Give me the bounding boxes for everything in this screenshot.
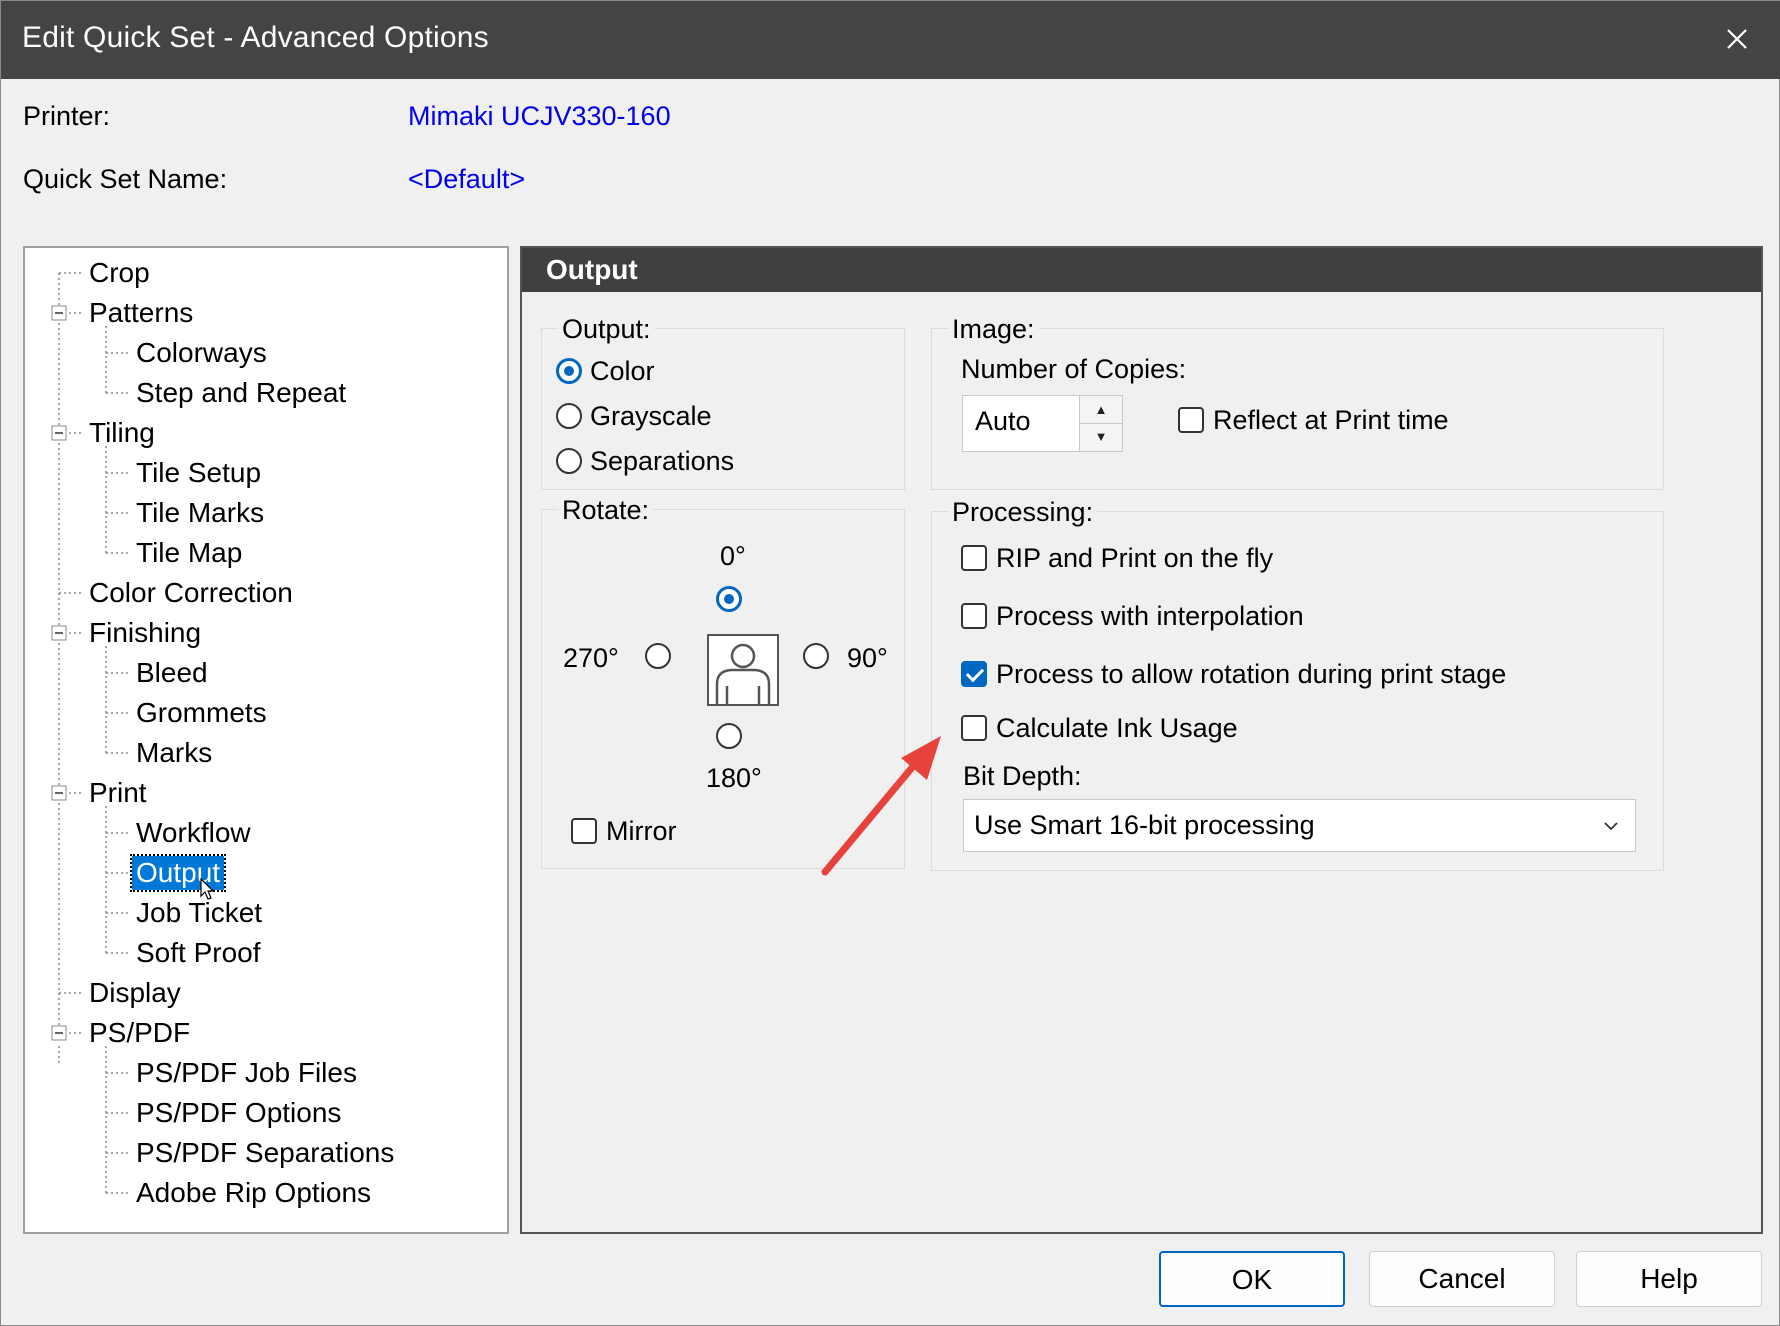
tree-item-finishing[interactable]: Finishing (89, 616, 201, 650)
ok-button[interactable]: OK (1159, 1251, 1345, 1307)
radio-rotate-0[interactable] (716, 586, 742, 612)
tree-item-tiling[interactable]: Tiling (89, 416, 155, 450)
allow-rotation-label[interactable]: Process to allow rotation during print s… (996, 659, 1506, 690)
quickset-name-label: Quick Set Name: (23, 164, 228, 194)
rip-on-the-fly-label[interactable]: RIP and Print on the fly (996, 543, 1273, 574)
tree-item-workflow[interactable]: Workflow (136, 816, 251, 850)
radio-grayscale[interactable] (556, 403, 582, 429)
annotation-arrow-icon (821, 736, 941, 876)
tree-item-marks[interactable]: Marks (136, 736, 212, 770)
rotate-270-label: 270° (563, 643, 619, 673)
reflect-checkbox[interactable] (1178, 407, 1204, 433)
processing-group-title: Processing: (948, 497, 1098, 528)
tree-item-patterns[interactable]: Patterns (89, 296, 193, 330)
tree-item-ps-pdf-separations[interactable]: PS/PDF Separations (136, 1136, 394, 1170)
tree-item-step-and-repeat[interactable]: Step and Repeat (136, 376, 346, 410)
mirror-checkbox[interactable] (571, 818, 597, 844)
printer-label: Printer: (23, 101, 111, 131)
bit-depth-select[interactable]: Use Smart 16-bit processing (963, 799, 1636, 852)
tree-item-bleed[interactable]: Bleed (136, 656, 208, 690)
bit-depth-value[interactable]: Use Smart 16-bit processing (974, 810, 1315, 841)
cancel-button[interactable]: Cancel (1369, 1251, 1555, 1307)
tree-item-ps-pdf[interactable]: PS/PDF (89, 1016, 190, 1050)
tree-item-display[interactable]: Display (89, 976, 181, 1010)
interpolation-label[interactable]: Process with interpolation (996, 601, 1304, 632)
panel-header: Output (522, 248, 1761, 292)
tree-item-tile-map[interactable]: Tile Map (136, 536, 242, 570)
radio-rotate-180[interactable] (716, 723, 742, 749)
copies-spinner[interactable]: Auto ▲ ▼ (962, 395, 1123, 452)
copies-label: Number of Copies: (961, 354, 1187, 384)
allow-rotation-checkbox[interactable] (961, 661, 987, 687)
tree-item-crop[interactable]: Crop (89, 256, 150, 290)
panel-title: Output (546, 254, 638, 285)
spin-down-icon[interactable]: ▼ (1080, 423, 1122, 450)
rotate-180-label: 180° (706, 763, 762, 793)
help-button[interactable]: Help (1576, 1251, 1762, 1307)
copies-value[interactable]: Auto (975, 406, 1031, 437)
rotate-0-label: 0° (720, 541, 746, 571)
bit-depth-label: Bit Depth: (963, 761, 1082, 791)
chevron-down-icon[interactable] (1601, 816, 1621, 836)
radio-separations-label[interactable]: Separations (590, 446, 734, 477)
rotate-90-label: 90° (847, 643, 888, 673)
radio-separations[interactable] (556, 448, 582, 474)
tree-item-ps-pdf-options[interactable]: PS/PDF Options (136, 1096, 341, 1130)
reflect-label[interactable]: Reflect at Print time (1213, 405, 1449, 436)
ink-usage-label[interactable]: Calculate Ink Usage (996, 713, 1238, 744)
tree-item-ps-pdf-job-files[interactable]: PS/PDF Job Files (136, 1056, 357, 1090)
spinner-buttons: ▲ ▼ (1079, 396, 1122, 451)
printer-link[interactable]: Mimaki UCJV330-160 (408, 101, 671, 132)
tree-item-tile-marks[interactable]: Tile Marks (136, 496, 264, 530)
ink-usage-checkbox[interactable] (961, 715, 987, 741)
output-group-title: Output: (558, 314, 655, 345)
person-preview-icon (707, 634, 779, 706)
window-title: Edit Quick Set - Advanced Options (22, 21, 489, 54)
title-bar: Edit Quick Set - Advanced Options (1, 1, 1780, 79)
radio-rotate-90[interactable] (803, 643, 829, 669)
tree-item-grommets[interactable]: Grommets (136, 696, 267, 730)
tree-item-adobe-rip-options[interactable]: Adobe Rip Options (136, 1176, 371, 1210)
mouse-cursor-icon (200, 878, 215, 900)
radio-rotate-270[interactable] (645, 643, 671, 669)
options-tree[interactable]: Crop Patterns Colorways Step and Repeat … (23, 246, 509, 1234)
quickset-name-link[interactable]: <Default> (408, 164, 525, 195)
rip-on-the-fly-checkbox[interactable] (961, 545, 987, 571)
tree-item-print[interactable]: Print (89, 776, 147, 810)
tree-item-color-correction[interactable]: Color Correction (89, 576, 293, 610)
interpolation-checkbox[interactable] (961, 603, 987, 629)
mirror-label[interactable]: Mirror (606, 816, 676, 847)
tree-item-soft-proof[interactable]: Soft Proof (136, 936, 261, 970)
tree-item-tile-setup[interactable]: Tile Setup (136, 456, 261, 490)
tree-item-colorways[interactable]: Colorways (136, 336, 267, 370)
spin-up-icon[interactable]: ▲ (1080, 396, 1122, 424)
close-icon[interactable] (1717, 19, 1757, 59)
radio-color[interactable] (556, 358, 582, 384)
radio-grayscale-label[interactable]: Grayscale (590, 401, 712, 432)
rotate-group-title: Rotate: (558, 495, 654, 526)
dialog-window: Edit Quick Set - Advanced Options Printe… (0, 0, 1780, 1326)
radio-color-label[interactable]: Color (590, 356, 655, 387)
image-group-title: Image: (948, 314, 1039, 345)
